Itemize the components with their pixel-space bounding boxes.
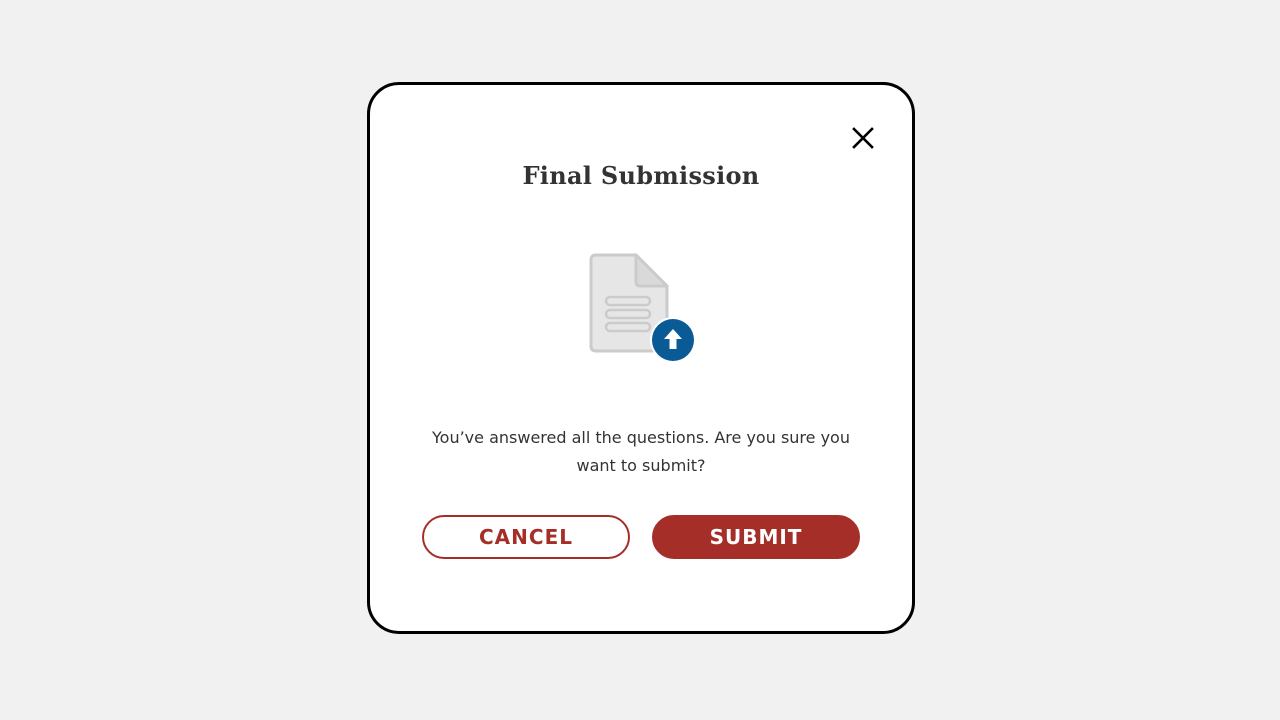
dialog-title: Final Submission (522, 161, 760, 190)
cancel-button[interactable]: CANCEL (422, 515, 630, 559)
confirmation-message: You’ve answered all the questions. Are y… (432, 428, 850, 475)
submit-button[interactable]: SUBMIT (652, 515, 860, 559)
close-button[interactable] (848, 123, 878, 153)
document-upload-icon (588, 252, 700, 366)
close-icon (852, 127, 874, 149)
final-submission-dialog: Final Submission You’ve answered all the… (367, 82, 915, 634)
